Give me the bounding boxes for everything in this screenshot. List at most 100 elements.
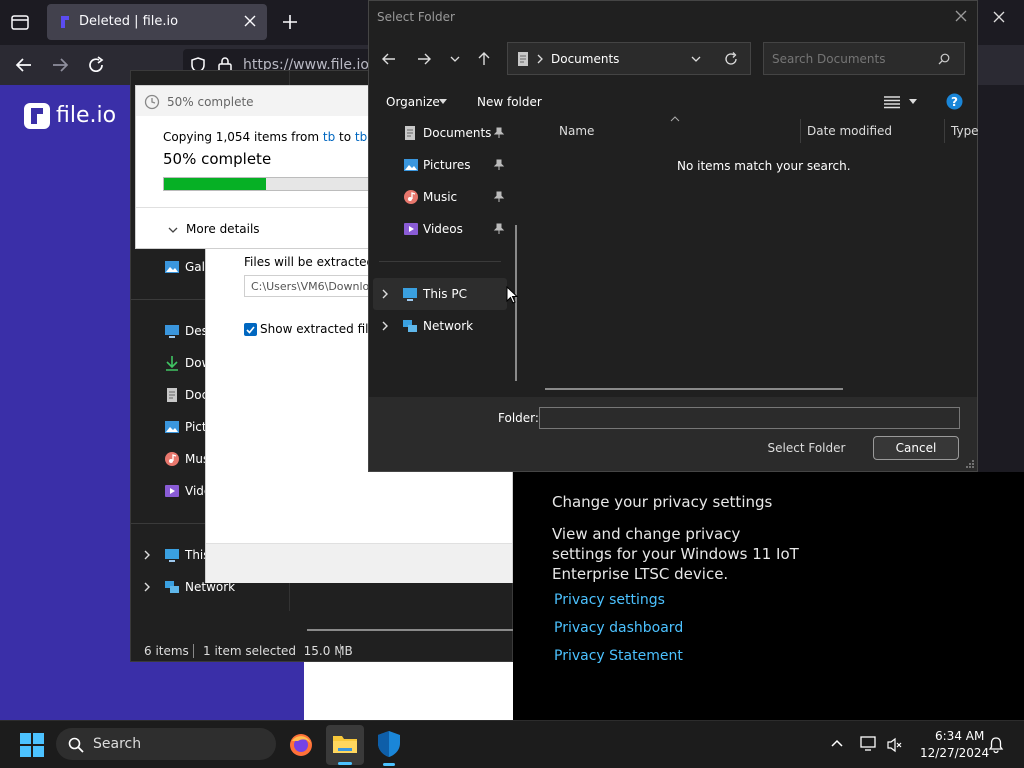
volume-muted-icon[interactable] [886, 737, 904, 753]
folder-input[interactable] [539, 407, 960, 429]
back-arrow-icon[interactable] [14, 55, 34, 75]
folder-icon [332, 733, 358, 755]
organize-dropdown-icon[interactable] [438, 98, 448, 106]
copying-prefix: Copying 1,054 items from [163, 130, 323, 144]
wizard-footer [206, 543, 512, 583]
privacy-settings-link[interactable]: Privacy settings [554, 592, 665, 608]
more-details-button[interactable]: More details [186, 222, 260, 236]
refresh-icon[interactable] [724, 52, 738, 66]
checkmark-icon [246, 326, 255, 334]
address-bar[interactable]: Documents [507, 42, 751, 75]
tab-overview-icon[interactable] [10, 12, 30, 32]
show-files-checkbox[interactable] [244, 323, 257, 336]
column-header-date-modified[interactable]: Date modified [807, 124, 892, 138]
up-arrow-icon[interactable] [476, 51, 492, 67]
privacy-body: View and change privacy settings for you… [552, 525, 799, 583]
start-windows-icon[interactable] [20, 733, 44, 757]
videos-icon [164, 483, 180, 499]
column-divider[interactable] [800, 119, 801, 143]
select-folder-button[interactable]: Select Folder [756, 436, 857, 460]
clock-date[interactable]: 12/27/2024 [920, 746, 989, 760]
search-box[interactable] [763, 42, 965, 75]
dialog-nav-pane: Documents Pictures Music Videos This PC … [369, 119, 527, 397]
taskbar-search-label: Search [93, 736, 142, 752]
nav-item-pictures[interactable]: Pict [185, 420, 207, 434]
fileio-logo-icon[interactable] [24, 103, 50, 129]
windows-security-icon[interactable] [376, 730, 402, 766]
new-tab-icon[interactable] [281, 13, 299, 31]
search-input[interactable] [770, 49, 934, 69]
privacy-heading: Change your privacy settings [552, 493, 773, 511]
copy-source-link[interactable]: tb [323, 130, 335, 144]
reload-icon[interactable] [86, 55, 106, 75]
chevron-up-icon[interactable] [830, 738, 844, 748]
chevron-right-icon[interactable] [380, 320, 390, 332]
horizontal-scrollbar[interactable] [307, 629, 513, 631]
forward-arrow-icon[interactable] [50, 55, 70, 75]
this-pc-icon [402, 286, 418, 302]
recent-locations-icon[interactable] [449, 53, 461, 65]
breadcrumb-documents[interactable]: Documents [551, 52, 619, 66]
mouse-cursor-icon [506, 286, 518, 304]
nav-item-this-pc[interactable]: This PC [423, 287, 467, 301]
view-dropdown-icon[interactable] [908, 98, 918, 106]
pin-icon[interactable] [493, 159, 505, 171]
documents-icon [403, 125, 417, 141]
privacy-panel: Change your privacy settings View and ch… [513, 472, 1024, 720]
column-divider[interactable] [944, 119, 945, 143]
cancel-button[interactable]: Cancel [873, 436, 959, 460]
new-folder-button[interactable]: New folder [477, 95, 542, 109]
copy-destination-link[interactable]: tb [355, 130, 367, 144]
progress-percent-text: 50% complete [163, 150, 272, 168]
organize-button[interactable]: Organize [386, 95, 440, 109]
active-app-indicator [383, 763, 395, 766]
tab-title: Deleted | file.io [79, 14, 179, 29]
progress-bar-fill [164, 178, 266, 190]
address-dropdown-icon[interactable] [690, 54, 702, 64]
view-options-icon[interactable] [883, 94, 901, 110]
network-status-icon[interactable] [860, 736, 878, 752]
privacy-dashboard-link[interactable]: Privacy dashboard [554, 620, 683, 636]
dialog-close-icon[interactable] [955, 10, 967, 22]
folder-label: Folder: [498, 411, 539, 425]
notification-bell-icon[interactable] [988, 736, 1004, 754]
chevron-down-icon[interactable] [167, 225, 179, 235]
pin-icon[interactable] [493, 223, 505, 235]
clock-time[interactable]: 6:34 AM [935, 729, 984, 743]
close-tab-icon[interactable] [244, 15, 256, 27]
pin-icon[interactable] [493, 127, 505, 139]
resize-grip-icon[interactable] [965, 459, 975, 469]
select-folder-dialog: Select Folder Documents Org [368, 0, 979, 472]
horizontal-scrollbar[interactable] [545, 388, 843, 390]
back-arrow-icon[interactable] [381, 51, 397, 67]
chevron-right-icon[interactable] [380, 288, 390, 300]
fileio-logo-text: file.io [56, 103, 117, 128]
chevron-right-icon[interactable] [142, 549, 152, 561]
file-explorer-taskbar-button[interactable] [326, 725, 364, 765]
help-icon[interactable]: ? [946, 93, 963, 110]
nav-item-pictures[interactable]: Pictures [423, 158, 471, 172]
column-header-type[interactable]: Type [951, 124, 979, 138]
pin-icon[interactable] [493, 191, 505, 203]
taskbar-search-box[interactable]: Search [56, 728, 276, 760]
videos-icon [403, 221, 419, 237]
browser-tab-active[interactable]: Deleted | file.io [47, 4, 267, 40]
status-divider [340, 644, 341, 658]
column-header-name[interactable]: Name [559, 124, 594, 138]
nav-item-videos[interactable]: Videos [423, 222, 463, 236]
nav-item-documents[interactable]: Documents [423, 126, 491, 140]
pictures-icon [403, 157, 419, 173]
nav-item-network[interactable]: Network [423, 319, 473, 333]
page-content-area [304, 660, 513, 720]
privacy-statement-link[interactable]: Privacy Statement [554, 648, 683, 664]
firefox-icon[interactable] [288, 732, 314, 758]
music-icon [403, 189, 419, 205]
breadcrumb-chevron-icon [536, 53, 544, 65]
file-list-pane: Name Date modified Type No items match y… [527, 116, 979, 397]
browser-close-icon[interactable] [993, 11, 1005, 23]
forward-arrow-icon[interactable] [416, 51, 432, 67]
progress-divider [136, 207, 369, 208]
nav-item-music[interactable]: Music [423, 190, 457, 204]
search-icon[interactable] [938, 53, 950, 65]
chevron-right-icon[interactable] [142, 581, 152, 593]
